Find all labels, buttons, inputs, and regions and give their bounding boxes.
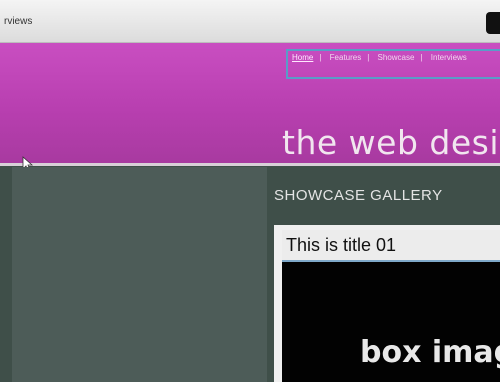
nav-item-features[interactable]: Features [330,53,362,62]
toolbar-button[interactable] [486,12,500,34]
toolbar-title: rviews [4,16,33,27]
card-title: This is title 01 [286,235,397,255]
nav-separator: | [367,53,370,62]
nav-separator: | [420,53,423,62]
sidebar-panel [12,167,267,382]
showcase-card[interactable]: This is title 01 box imag [274,225,500,382]
nav-separator: | [319,53,322,62]
nav-item-interviews[interactable]: Interviews [431,53,467,62]
header-divider [0,163,500,166]
nav-item-home[interactable]: Home [292,53,313,62]
site-title: the web desig [282,123,500,162]
card-image[interactable]: box imag [282,262,500,382]
window-toolbar: rviews [0,0,500,43]
nav-item-showcase[interactable]: Showcase [378,53,415,62]
section-title: SHOWCASE GALLERY [274,187,443,204]
card-title-bar: This is title 01 [282,230,500,262]
main-nav: Home | Features | Showcase | Interviews [286,49,500,79]
card-image-label: box imag [360,335,500,370]
